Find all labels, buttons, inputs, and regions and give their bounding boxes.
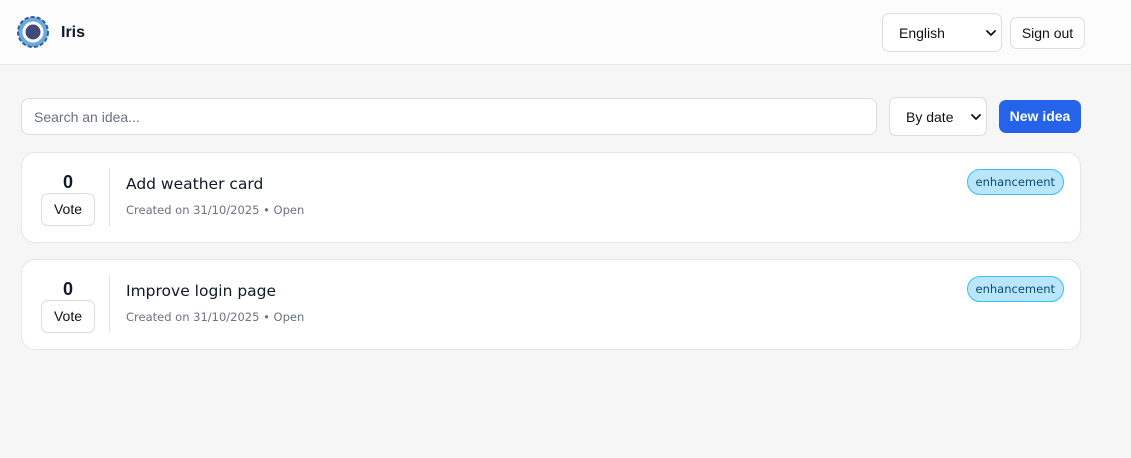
idea-title[interactable]: Add weather card [126, 174, 263, 194]
card-divider [109, 275, 110, 334]
vote-button[interactable]: Vote [41, 300, 95, 333]
new-idea-button[interactable]: New idea [999, 100, 1081, 133]
tag-badge: enhancement [966, 169, 1064, 195]
vote-count: 0 [62, 172, 73, 192]
vote-button[interactable]: Vote [41, 193, 95, 226]
chevron-down-icon [971, 114, 981, 120]
app-name: Iris [61, 24, 86, 41]
tag-badge: enhancement [966, 276, 1064, 302]
top-bar: Iris English Sign out [0, 0, 1131, 65]
sort-select-value: By date [906, 109, 954, 125]
sort-select[interactable]: By date [889, 97, 987, 136]
idea-title[interactable]: Improve login page [126, 281, 276, 301]
idea-card: 0 Vote Improve login page Created on 31/… [21, 259, 1081, 350]
chevron-down-icon [986, 30, 996, 36]
idea-meta: Created on 31/10/2025 • Open [126, 310, 305, 324]
sign-out-button[interactable]: Sign out [1010, 17, 1085, 49]
idea-card: 0 Vote Add weather card Created on 31/10… [21, 152, 1081, 243]
search-input[interactable] [21, 98, 877, 135]
card-divider [109, 168, 110, 227]
idea-meta: Created on 31/10/2025 • Open [126, 203, 305, 217]
iris-logo-icon [17, 16, 49, 48]
language-select-value: English [899, 25, 945, 41]
language-select[interactable]: English [882, 13, 1002, 52]
vote-count: 0 [62, 279, 73, 299]
